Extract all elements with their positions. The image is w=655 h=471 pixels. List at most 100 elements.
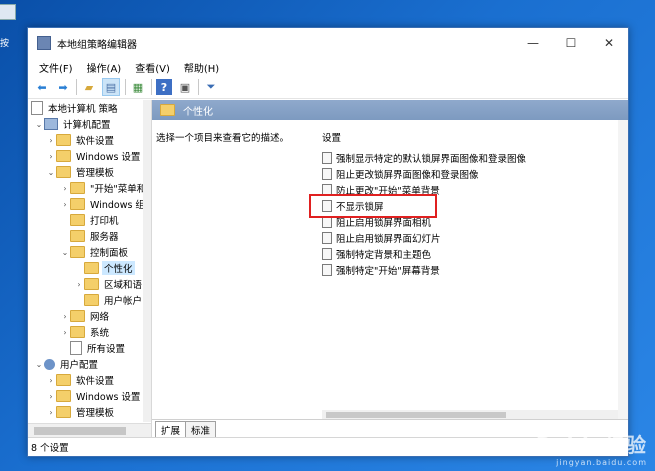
setting-item[interactable]: 强制特定背景和主题色 bbox=[322, 246, 526, 262]
tree-node-user-software-settings[interactable]: › 软件设置 bbox=[28, 372, 151, 388]
toolbar: ⬅ ➡ ▰ ▤ ▦ ? ▣ ⏷ bbox=[28, 76, 628, 99]
folder-icon bbox=[84, 294, 99, 306]
close-button[interactable]: ✕ bbox=[590, 28, 628, 58]
expand-chevron-icon[interactable]: › bbox=[74, 280, 84, 289]
tree-node-windows-settings[interactable]: › Windows 设置 bbox=[28, 148, 151, 164]
desktop-shortcut-icon[interactable]: 按 bbox=[0, 4, 16, 49]
tree-node-network[interactable]: › 网络 bbox=[28, 308, 151, 324]
collapse-chevron-icon[interactable]: ⌄ bbox=[34, 120, 44, 129]
expand-chevron-icon[interactable]: › bbox=[46, 408, 56, 417]
expand-chevron-icon[interactable]: › bbox=[60, 328, 70, 337]
tree-node-system[interactable]: › 系统 bbox=[28, 324, 151, 340]
folder-icon bbox=[56, 374, 71, 386]
tree-node-computer-config[interactable]: ⌄ 计算机配置 bbox=[28, 116, 151, 132]
show-hide-tree-icon[interactable]: ▤ bbox=[102, 78, 120, 96]
tab-standard[interactable]: 标准 bbox=[185, 421, 217, 438]
tree-node-user-accounts[interactable]: 用户帐户 bbox=[28, 292, 151, 308]
setting-item[interactable]: 强制特定"开始"屏幕背景 bbox=[322, 262, 526, 278]
description-text: 选择一个项目来查看它的描述。 bbox=[156, 133, 290, 144]
setting-label: 强制特定"开始"屏幕背景 bbox=[336, 266, 440, 277]
tree-node-label: Windows 组 bbox=[90, 200, 145, 211]
tree-node-user-config[interactable]: ⌄ 用户配置 bbox=[28, 356, 151, 372]
expand-chevron-icon[interactable]: › bbox=[60, 184, 70, 193]
filter-icon[interactable]: ⏷ bbox=[203, 79, 219, 95]
main-area: 本地计算机 策略 ⌄ 计算机配置 › 软件设置 › Windows 设置 ⌄ 管… bbox=[28, 100, 628, 438]
tree-node-label: 管理模板 bbox=[76, 168, 115, 179]
tree-node-windows-components[interactable]: › Windows 组 bbox=[28, 196, 151, 212]
expand-chevron-icon[interactable]: › bbox=[46, 152, 56, 161]
help-icon[interactable]: ? bbox=[156, 79, 172, 95]
title-bar[interactable]: 本地组策略编辑器 — ☐ ✕ bbox=[28, 28, 628, 58]
scrollbar-thumb[interactable] bbox=[326, 412, 506, 418]
expand-chevron-icon[interactable]: › bbox=[60, 200, 70, 209]
folder-icon bbox=[70, 310, 85, 322]
setting-label: 阻止更改锁屏界面图像和登录图像 bbox=[336, 170, 479, 181]
tree-node-label: 服务器 bbox=[90, 232, 119, 243]
tree-node-region-language[interactable]: › 区域和语 bbox=[28, 276, 151, 292]
collapse-chevron-icon[interactable]: ⌄ bbox=[46, 168, 56, 177]
tree-node-printers[interactable]: 打印机 bbox=[28, 212, 151, 228]
policy-setting-icon bbox=[322, 152, 332, 164]
details-vertical-scrollbar[interactable] bbox=[618, 120, 628, 420]
tree-vertical-scrollbar[interactable] bbox=[143, 100, 151, 422]
back-arrow-icon[interactable]: ⬅ bbox=[34, 79, 50, 95]
details-header-title: 个性化 bbox=[183, 106, 213, 118]
gpedit-window: 本地组策略编辑器 — ☐ ✕ 文件(F) 操作(A) 查看(V) 帮助(H) ⬅… bbox=[27, 27, 629, 457]
shortcut-icon bbox=[0, 4, 16, 20]
tree-node-server[interactable]: 服务器 bbox=[28, 228, 151, 244]
up-folder-icon[interactable]: ▰ bbox=[81, 79, 97, 95]
expand-chevron-icon[interactable]: › bbox=[46, 376, 56, 385]
tree-node-label: 软件设置 bbox=[76, 376, 115, 387]
tree-node-label: 控制面板 bbox=[90, 248, 129, 259]
tree-node-label: 打印机 bbox=[90, 216, 119, 227]
policy-setting-icon bbox=[322, 232, 332, 244]
tree-node-label: 区域和语 bbox=[104, 280, 143, 291]
tab-extended[interactable]: 扩展 bbox=[155, 421, 187, 438]
collapse-chevron-icon[interactable]: ⌄ bbox=[34, 360, 44, 369]
maximize-button[interactable]: ☐ bbox=[552, 28, 590, 58]
tree-node-root[interactable]: 本地计算机 策略 bbox=[28, 100, 151, 116]
tree-node-label: Windows 设置 bbox=[76, 392, 141, 403]
menu-action[interactable]: 操作(A) bbox=[80, 60, 129, 75]
baidu-watermark: Baidu经验 jingyan.baidu.com bbox=[536, 429, 647, 467]
collapse-chevron-icon[interactable]: ⌄ bbox=[60, 248, 70, 257]
expand-chevron-icon[interactable]: › bbox=[46, 136, 56, 145]
menu-help[interactable]: 帮助(H) bbox=[177, 60, 226, 75]
folder-icon bbox=[70, 214, 85, 226]
all-settings-icon bbox=[70, 341, 82, 355]
expand-chevron-icon[interactable]: › bbox=[60, 312, 70, 321]
tree-node-control-panel[interactable]: ⌄ 控制面板 bbox=[28, 244, 151, 260]
tree-node-software-settings[interactable]: › 软件设置 bbox=[28, 132, 151, 148]
menu-file[interactable]: 文件(F) bbox=[32, 60, 80, 75]
tree-node-label: 管理模板 bbox=[76, 408, 115, 419]
tree-node-user-windows-settings[interactable]: › Windows 设置 bbox=[28, 388, 151, 404]
minimize-button[interactable]: — bbox=[514, 28, 552, 58]
desktop-shortcut-label: 按 bbox=[0, 39, 10, 49]
expand-chevron-icon[interactable]: › bbox=[46, 392, 56, 401]
details-header: 个性化 bbox=[152, 100, 628, 120]
user-icon bbox=[44, 358, 55, 370]
scrollbar-thumb[interactable] bbox=[34, 427, 126, 435]
toolbar-separator bbox=[76, 79, 77, 95]
tree-horizontal-scrollbar[interactable] bbox=[28, 423, 151, 438]
watermark-sub: jingyan.baidu.com bbox=[556, 458, 647, 467]
menu-view[interactable]: 查看(V) bbox=[128, 60, 177, 75]
tree-node-label: 用户配置 bbox=[60, 360, 99, 371]
folder-icon bbox=[56, 390, 71, 402]
tree-node-personalization[interactable]: 个性化 bbox=[28, 260, 151, 276]
toolbar-separator bbox=[125, 79, 126, 95]
policy-setting-icon bbox=[322, 264, 332, 276]
setting-item[interactable]: 阻止更改锁屏界面图像和登录图像 bbox=[322, 166, 526, 182]
tree-node-start-menu[interactable]: › "开始"菜单和 bbox=[28, 180, 151, 196]
policy-setting-icon bbox=[322, 248, 332, 260]
tree-node-all-settings[interactable]: 所有设置 bbox=[28, 340, 151, 356]
setting-item[interactable]: 强制显示特定的默认锁屏界面图像和登录图像 bbox=[322, 150, 526, 166]
tree-node-admin-templates[interactable]: ⌄ 管理模板 bbox=[28, 164, 151, 180]
forward-arrow-icon[interactable]: ➡ bbox=[55, 79, 71, 95]
export-list-icon[interactable]: ▦ bbox=[130, 79, 146, 95]
tree-node-user-admin-templates[interactable]: › 管理模板 bbox=[28, 404, 151, 420]
properties-icon[interactable]: ▣ bbox=[177, 79, 193, 95]
folder-icon bbox=[70, 230, 85, 242]
settings-column-header[interactable]: 设置 bbox=[322, 130, 526, 144]
setting-item[interactable]: 阻止启用锁屏界面幻灯片 bbox=[322, 230, 526, 246]
